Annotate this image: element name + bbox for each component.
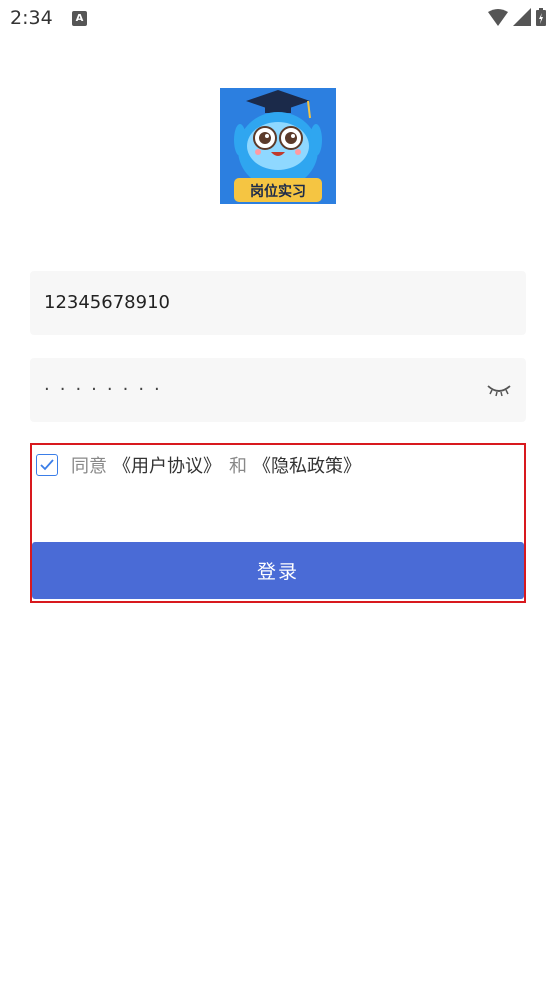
wifi-icon: [488, 8, 508, 26]
eye-closed-icon[interactable]: [486, 380, 512, 398]
status-time: 2:34: [10, 7, 53, 29]
agreement-prefix: 同意: [71, 456, 107, 477]
svg-text:岗位实习: 岗位实习: [250, 183, 306, 200]
phone-value: 12345678910: [44, 292, 170, 313]
agreement-and: 和: [229, 456, 247, 477]
system-icons: [488, 8, 546, 26]
user-agreement-link[interactable]: 《用户协议》: [113, 452, 221, 478]
battery-charging-icon: [536, 8, 546, 26]
password-value: ········: [44, 379, 170, 400]
phone-field[interactable]: 12345678910: [30, 271, 526, 335]
login-button[interactable]: 登录: [32, 542, 524, 599]
privacy-policy-link[interactable]: 《隐私政策》: [253, 452, 361, 478]
agreement-checkbox[interactable]: [36, 454, 58, 476]
password-field[interactable]: ········: [30, 358, 526, 422]
owl-graduate-logo: 岗位实习: [220, 88, 336, 204]
check-icon: [40, 459, 54, 471]
signal-icon: [513, 8, 531, 26]
agreement-row: 同意 《用户协议》 和 《隐私政策》: [36, 452, 361, 478]
app-logo: 岗位实习: [220, 88, 336, 204]
text-a-icon: A: [72, 11, 87, 26]
status-bar: 2:34 A: [0, 0, 554, 38]
